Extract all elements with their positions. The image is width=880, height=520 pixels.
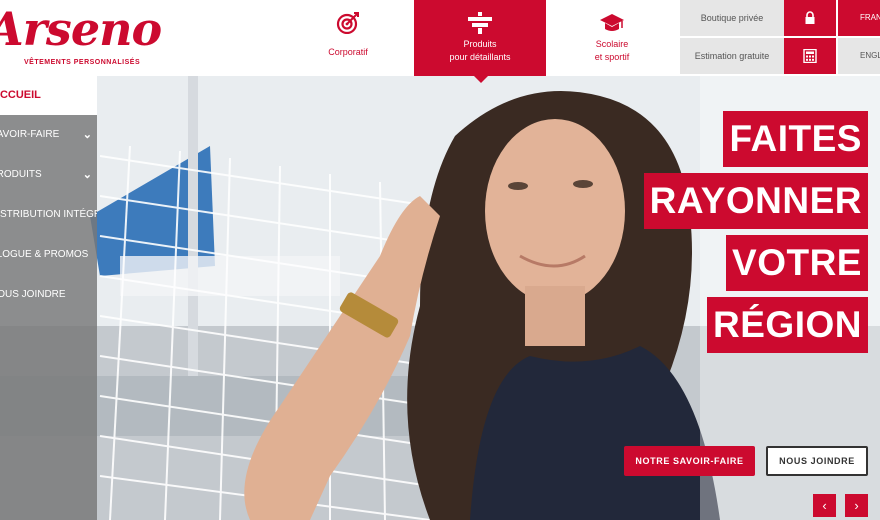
side-menu-item-label: NOUS JOINDRE	[0, 289, 66, 300]
nav-scolaire-label-line2: et sportif	[594, 52, 630, 62]
calculator-icon	[803, 49, 817, 63]
estimation-gratuite-link[interactable]: Estimation gratuite	[680, 38, 784, 74]
nav-scolaire-sportif[interactable]: Scolaire et sportif	[560, 0, 664, 76]
boutique-privee-button[interactable]	[784, 0, 836, 36]
side-menu-blogue[interactable]: BLOGUE & PROMOS	[0, 235, 97, 275]
carousel-next-button[interactable]: ›	[845, 494, 868, 517]
side-menu-produits[interactable]: PRODUITS ⌄	[0, 155, 97, 195]
side-menu-list: SAVOIR-FAIRE ⌄ PRODUITS ⌄ DISTRIBUTION INT…	[0, 115, 97, 520]
nav-scolaire-label-line1: Scolaire	[595, 39, 629, 49]
side-menu-savoir-faire[interactable]: SAVOIR-FAIRE ⌄	[0, 115, 97, 155]
estimation-gratuite-button[interactable]	[784, 38, 836, 74]
nav-produits-label-line1: Produits	[463, 39, 497, 49]
hero-headline-line-1: FAITES	[723, 111, 868, 167]
hero-headline-line-3: VOTRE	[726, 235, 868, 291]
brand-logo[interactable]: Arseno VÊTEMENTS PERSONNALISÉS	[0, 2, 162, 72]
nav-corporatif-label: Corporatif	[328, 47, 368, 57]
language-fr[interactable]: FRANÇAIS	[838, 0, 880, 36]
nav-corporatif[interactable]: Corporatif	[312, 0, 384, 76]
side-menu-distribution[interactable]: DISTRIBUTION INTÉGRÉE	[0, 195, 97, 235]
graduation-cap-icon	[600, 14, 624, 31]
logo-tagline: VÊTEMENTS PERSONNALISÉS	[24, 59, 141, 66]
target-icon	[336, 12, 359, 34]
side-menu: ACCUEIL SAVOIR-FAIRE ⌄ PRODUITS ⌄ DISTRIBU…	[0, 76, 97, 520]
store-sign-icon	[468, 12, 492, 34]
language-en[interactable]: ENGLISH	[838, 38, 880, 74]
logo-wordmark: Arseno	[0, 2, 162, 56]
lock-icon	[805, 11, 815, 24]
side-menu-home[interactable]: ACCUEIL	[0, 76, 97, 115]
chevron-down-icon: ⌄	[82, 169, 92, 181]
boutique-privee-link[interactable]: Boutique privée	[680, 0, 784, 36]
side-menu-item-label: PRODUITS	[0, 169, 42, 180]
chevron-down-icon: ⌄	[82, 129, 92, 141]
side-menu-nous-joindre[interactable]: NOUS JOINDRE	[0, 275, 97, 315]
side-menu-item-label: DISTRIBUTION INTÉGRÉE	[0, 209, 97, 220]
nous-joindre-button[interactable]: NOUS JOINDRE	[766, 446, 868, 476]
notre-savoir-faire-button[interactable]: NOTRE SAVOIR-FAIRE	[624, 446, 755, 476]
nav-produits-label-line2: pour détaillants	[449, 52, 511, 62]
nav-produits-detaillants[interactable]: Produits pour détaillants	[414, 0, 546, 83]
hero-headline-line-2: RAYONNER	[643, 173, 868, 229]
carousel-prev-button[interactable]: ‹	[813, 494, 836, 517]
side-menu-item-label: SAVOIR-FAIRE	[0, 129, 60, 140]
side-menu-home-label: ACCUEIL	[0, 89, 41, 101]
hero-headline-line-4: RÉGION	[707, 297, 868, 353]
site-header: Arseno VÊTEMENTS PERSONNALISÉS Corporati…	[0, 0, 880, 83]
side-menu-item-label: BLOGUE & PROMOS	[0, 249, 89, 260]
